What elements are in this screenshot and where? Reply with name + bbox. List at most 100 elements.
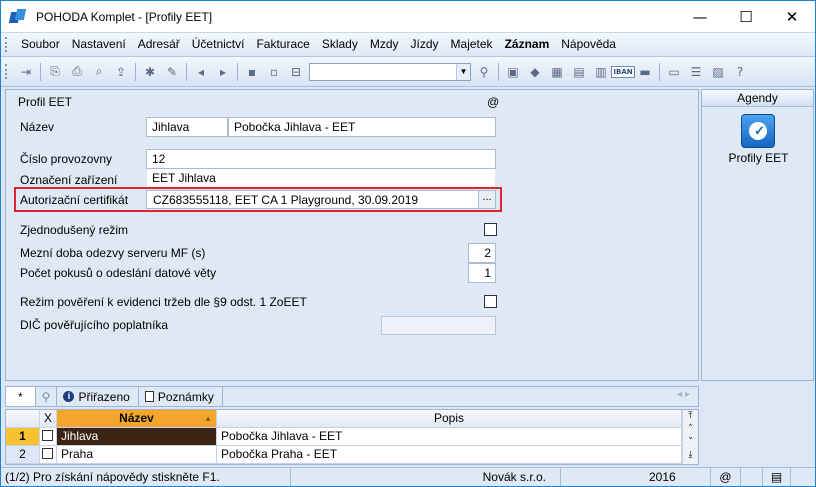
toolbar-separator xyxy=(659,62,660,81)
cancel-edit-icon[interactable]: ▫ xyxy=(264,62,284,82)
scroll-up-icon[interactable]: ˄ xyxy=(683,423,698,436)
row-checkbox[interactable] xyxy=(40,446,57,464)
menu-majetek[interactable]: Majetek xyxy=(445,33,499,56)
menu-soubor[interactable]: Soubor xyxy=(15,33,66,56)
checkbox[interactable] xyxy=(42,448,53,459)
back-icon[interactable]: ◂ xyxy=(191,62,211,82)
grid-vertical-scrollbar[interactable]: ⤒ ˄ ˅ ⤓ xyxy=(682,410,698,464)
cash-icon[interactable]: ▬ xyxy=(635,62,655,82)
table-row[interactable]: 1 Jihlava Pobočka Jihlava - EET xyxy=(6,428,682,446)
grid-header-popis[interactable]: Popis xyxy=(217,410,682,428)
window-icon[interactable]: ▭ xyxy=(664,62,684,82)
mezni-field[interactable]: 2 xyxy=(468,243,496,263)
delete-icon[interactable]: ⊟ xyxy=(286,62,306,82)
records-grid: X Název ▲ Popis 1 Jihlava Pobočka Jihlav… xyxy=(5,409,699,465)
dic-field[interactable] xyxy=(381,316,496,335)
menu-grip[interactable] xyxy=(5,37,9,52)
zjednoduseny-checkbox[interactable] xyxy=(484,223,497,236)
window-controls: — ☐ ✕ xyxy=(677,1,815,32)
grid-header: X Název ▲ Popis xyxy=(6,410,682,428)
toolbar-separator xyxy=(186,62,187,81)
iban-icon[interactable]: IBAN xyxy=(611,62,635,82)
tab-poznamky[interactable]: Poznámky xyxy=(139,387,223,406)
chevron-down-icon[interactable]: ▼ xyxy=(456,63,470,80)
info-icon: i xyxy=(63,391,75,402)
quick-search-combo[interactable]: ▼ xyxy=(309,62,471,81)
tab-star[interactable]: * xyxy=(6,387,36,406)
new-record-icon[interactable]: ✱ xyxy=(140,62,160,82)
rezim-checkbox[interactable] xyxy=(484,295,497,308)
menu-bar: Soubor Nastavení Adresář Účetnictví Fakt… xyxy=(1,32,815,57)
status-year: 2016 xyxy=(561,468,711,486)
table-row[interactable]: 2 Praha Pobočka Praha - EET xyxy=(6,446,682,464)
help-icon[interactable]: ? xyxy=(730,62,750,82)
cert-browse-button[interactable]: ... xyxy=(478,191,495,208)
pohoda-logo-icon xyxy=(9,8,27,26)
image-icon[interactable]: ▨ xyxy=(708,62,728,82)
tab-scroll-arrows-icon[interactable]: ◂ ▸ xyxy=(677,389,690,400)
menu-jizdy[interactable]: Jízdy xyxy=(405,33,445,56)
edit-record-icon[interactable]: ✎ xyxy=(162,62,182,82)
menu-fakturace[interactable]: Fakturace xyxy=(250,33,315,56)
tab-filter[interactable]: ⚲ xyxy=(36,387,58,406)
agenda-item-profily-eet[interactable]: Profily EET xyxy=(702,151,815,165)
scroll-down-icon[interactable]: ˅ xyxy=(683,436,698,449)
window-title: POHODA Komplet - [Profily EET] xyxy=(36,9,213,24)
dic-label: DIČ pověřujícího poplatníka xyxy=(20,318,169,332)
checkbox[interactable] xyxy=(42,430,53,441)
row-nazev: Praha xyxy=(57,446,217,464)
app-window: POHODA Komplet - [Profily EET] — ☐ ✕ Sou… xyxy=(0,0,816,487)
copy-record-icon[interactable]: ⎘ xyxy=(45,62,65,82)
grid-header-nazev[interactable]: Název ▲ xyxy=(57,410,217,428)
exit-agenda-icon[interactable]: ⇥ xyxy=(16,62,36,82)
row-popis: Pobočka Praha - EET xyxy=(217,446,682,464)
status-email-icon[interactable]: @ xyxy=(711,468,741,486)
profily-eet-icon[interactable]: ✓ xyxy=(741,114,775,148)
mezni-label: Mezní doba odezvy serveru MF (s) xyxy=(20,246,206,260)
note-icon xyxy=(144,391,154,402)
menu-ucetnictvi[interactable]: Účetnictví xyxy=(186,33,251,56)
provozovna-field[interactable]: 12 xyxy=(146,149,496,169)
export-icon[interactable]: ⇪ xyxy=(111,62,131,82)
toolbar-separator xyxy=(40,62,41,81)
row-checkbox[interactable] xyxy=(40,428,57,446)
zjednoduseny-label: Zjednodušený režim xyxy=(20,223,129,237)
tab-poznamky-label: Poznámky xyxy=(157,389,214,404)
scroll-top-icon[interactable]: ⤒ xyxy=(683,410,698,423)
tab-prirazeno[interactable]: i Přiřazeno xyxy=(57,387,139,406)
toolbar-grip[interactable] xyxy=(5,64,9,79)
agenda-panel: Agendy ✓ Profily EET xyxy=(701,89,814,381)
folder-icon[interactable]: ▣ xyxy=(503,62,523,82)
calculator-icon[interactable]: ▦ xyxy=(547,62,567,82)
menu-mzdy[interactable]: Mzdy xyxy=(364,33,405,56)
menu-napoveda[interactable]: Nápověda xyxy=(555,33,622,56)
calendar-icon[interactable]: ▤ xyxy=(569,62,589,82)
status-mail-icon[interactable]: ▤ xyxy=(763,468,791,486)
table-icon[interactable]: ▥ xyxy=(591,62,611,82)
agenda-icon-glyph: ✓ xyxy=(754,123,765,138)
forward-icon[interactable]: ▸ xyxy=(213,62,233,82)
zarizeni-field[interactable]: EET Jihlava xyxy=(147,169,495,188)
list-icon[interactable]: ☰ xyxy=(686,62,706,82)
print-preview-icon[interactable]: ⌕ xyxy=(89,62,109,82)
status-help-text: (1/2) Pro získání nápovědy stiskněte F1. xyxy=(1,468,291,486)
close-button[interactable]: ✕ xyxy=(769,1,815,32)
nazev-name-field[interactable]: Pobočka Jihlava - EET xyxy=(228,117,496,137)
minimize-button[interactable]: — xyxy=(677,1,723,32)
scroll-bottom-icon[interactable]: ⤓ xyxy=(683,449,698,462)
email-at-icon[interactable]: @ xyxy=(487,95,499,109)
money-icon[interactable]: ◆ xyxy=(525,62,545,82)
eet-profile-form: Profil EET @ Název Jihlava Pobočka Jihla… xyxy=(5,89,699,381)
nazev-code-field[interactable]: Jihlava xyxy=(146,117,228,137)
filter-icon[interactable]: ⚲ xyxy=(474,62,494,82)
menu-nastaveni[interactable]: Nastavení xyxy=(66,33,132,56)
menu-sklady[interactable]: Sklady xyxy=(316,33,364,56)
menu-adresar[interactable]: Adresář xyxy=(132,33,186,56)
maximize-button[interactable]: ☐ xyxy=(723,1,769,32)
grid-header-x[interactable]: X xyxy=(40,410,57,428)
pokusu-field[interactable]: 1 xyxy=(468,263,496,283)
print-icon[interactable]: ⎙ xyxy=(67,62,87,82)
menu-zaznam[interactable]: Záznam xyxy=(499,33,556,56)
cert-field[interactable]: CZ683555118, EET CA 1 Playground, 30.09.… xyxy=(146,190,496,209)
save-icon[interactable]: ▪ xyxy=(242,62,262,82)
